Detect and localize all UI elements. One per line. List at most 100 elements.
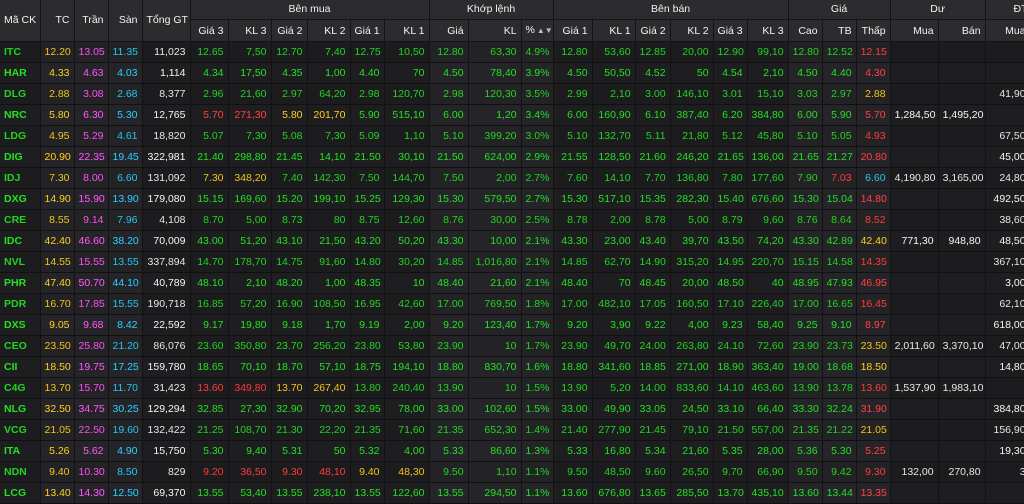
col-ref[interactable]: TC xyxy=(40,0,75,42)
cell-low: 4.30 xyxy=(856,62,891,84)
cell-symbol[interactable]: NVL xyxy=(0,251,41,273)
table-row[interactable]: NLG 32.50 34.75 30.25 129,294 32.85 27,30 32.90… xyxy=(0,398,1024,420)
col-symbol[interactable]: Mã CK xyxy=(0,0,41,42)
table-row[interactable]: ITA 5.26 5.62 4.90 15,750 5.30 9,40 5.31 50 5.32 4… xyxy=(0,440,1024,462)
cell-symbol[interactable]: VCG xyxy=(0,419,41,441)
cell-symbol[interactable]: LCG xyxy=(0,482,41,504)
cell-high: 9.50 xyxy=(788,461,823,483)
remain-col-1[interactable]: Mua xyxy=(890,19,939,42)
price-col-2[interactable]: TB xyxy=(822,19,857,42)
cell-buy-price-1: 23.80 xyxy=(350,335,385,357)
sell-col-3[interactable]: Giá 2 xyxy=(635,19,671,42)
match-col-2[interactable]: KL xyxy=(468,19,522,42)
sell-col-1[interactable]: Giá 1 xyxy=(553,19,593,42)
price-col-3[interactable]: Thấp xyxy=(856,19,891,42)
table-row[interactable]: PHR 47.40 50.70 44.10 40,789 48.10 2,10 48.20 1,… xyxy=(0,272,1024,294)
table-row[interactable]: CRE 8.55 9.14 7.96 4,108 8.70 5,00 8.73 80 8.75 12… xyxy=(0,209,1024,231)
cell-symbol[interactable]: NDN xyxy=(0,461,41,483)
cell-symbol[interactable]: DXS xyxy=(0,314,41,336)
table-row[interactable]: NDN 9.40 10.30 8.50 829 9.20 36,50 9.30 48,10 9.4… xyxy=(0,461,1024,483)
cell-total: 8,377 xyxy=(142,83,191,105)
cell-buy-vol-1: 30,10 xyxy=(384,146,430,168)
cell-symbol[interactable]: CRE xyxy=(0,209,41,231)
cell-remain-buy: 1,537,90 xyxy=(890,377,939,399)
table-row[interactable]: DLG 2.88 3.08 2.68 8,377 2.96 21,60 2.97 64,20 2.… xyxy=(0,83,1024,105)
cell-symbol[interactable]: NLG xyxy=(0,398,41,420)
sell-col-6[interactable]: KL 3 xyxy=(747,19,789,42)
table-row[interactable]: ITC 12.20 13.05 11.35 11,023 12.65 7,50 12.70 7,… xyxy=(0,41,1024,63)
cell-symbol[interactable]: DXG xyxy=(0,188,41,210)
sell-col-2[interactable]: KL 1 xyxy=(592,19,636,42)
cell-remain-sell: 948,80 xyxy=(938,230,986,252)
buy-col-2[interactable]: KL 3 xyxy=(228,19,272,42)
cell-floor: 13.90 xyxy=(108,188,143,210)
table-row[interactable]: IDJ 7.30 8.00 6.60 131,092 7.30 348,20 7.40 142,… xyxy=(0,167,1024,189)
cell-foreign-buy: 156,90 xyxy=(985,419,1024,441)
price-col-1[interactable]: Cao xyxy=(788,19,823,42)
col-floor[interactable]: Sàn xyxy=(108,0,143,42)
table-row[interactable]: PDR 16.70 17.85 15.55 190,718 16.85 57,20 16.90… xyxy=(0,293,1024,315)
cell-sell-price-3: 17.10 xyxy=(713,293,748,315)
cell-symbol[interactable]: DLG xyxy=(0,83,41,105)
cell-sell-vol-3: 72,60 xyxy=(747,335,789,357)
buy-col-3[interactable]: Giá 2 xyxy=(271,19,308,42)
match-col-3[interactable]: % ▲▼ xyxy=(521,19,554,42)
cell-sell-vol-1: 517,10 xyxy=(592,188,636,210)
remain-group-header: Dư xyxy=(890,0,986,20)
table-row[interactable]: LCG 13.40 14.30 12.50 69,370 13.55 53,40 13.55 2… xyxy=(0,482,1024,504)
cell-symbol[interactable]: PDR xyxy=(0,293,41,315)
cell-sell-vol-2: 21,60 xyxy=(670,440,714,462)
cell-buy-vol-3: 70,10 xyxy=(228,356,272,378)
cell-match-price: 7.50 xyxy=(429,167,469,189)
table-row[interactable]: NVL 14.55 15.55 13.55 337,894 14.70 178,70 14.7… xyxy=(0,251,1024,273)
cell-buy-price-2: 7.40 xyxy=(271,167,308,189)
cell-symbol[interactable]: ITC xyxy=(0,41,41,63)
table-row[interactable]: NRC 5.80 6.30 5.30 12,765 5.70 271,30 5.80 201,7… xyxy=(0,104,1024,126)
table-row[interactable]: VCG 21.05 22.50 19.60 132,422 21.25 108,70 21.3… xyxy=(0,419,1024,441)
table-row[interactable]: LDG 4.95 5.29 4.61 18,820 5.07 7,30 5.08 7,30 5.0… xyxy=(0,125,1024,147)
table-row[interactable]: DXS 9.05 9.68 8.42 22,592 9.17 19,80 9.18 1,70 9.… xyxy=(0,314,1024,336)
foreign-col-1[interactable]: Mua xyxy=(985,19,1024,42)
cell-change-pct: 1.8% xyxy=(521,293,554,315)
cell-buy-vol-1: 4,00 xyxy=(384,440,430,462)
sell-col-4[interactable]: KL 2 xyxy=(670,19,714,42)
cell-symbol[interactable]: PHR xyxy=(0,272,41,294)
cell-buy-price-1: 18.75 xyxy=(350,356,385,378)
cell-symbol[interactable]: CEO xyxy=(0,335,41,357)
cell-symbol[interactable]: LDG xyxy=(0,125,41,147)
cell-high: 9.25 xyxy=(788,314,823,336)
cell-match-price: 15.30 xyxy=(429,188,469,210)
cell-symbol[interactable]: C4G xyxy=(0,377,41,399)
sort-arrows-icon[interactable]: ▲▼ xyxy=(537,26,552,35)
buy-col-5[interactable]: Giá 1 xyxy=(350,19,385,42)
table-row[interactable]: CII 18.50 19.75 17.25 159,780 18.65 70,10 18.70… xyxy=(0,356,1024,378)
buy-col-6[interactable]: KL 1 xyxy=(384,19,430,42)
cell-symbol[interactable]: CII xyxy=(0,356,41,378)
col-ceil[interactable]: Trần xyxy=(74,0,109,42)
col-total[interactable]: Tổng GT xyxy=(142,0,191,42)
table-row[interactable]: HAR 4.33 4.63 4.03 1,114 4.34 17,50 4.35 1,00 4.4… xyxy=(0,62,1024,84)
buy-col-1[interactable]: Giá 3 xyxy=(190,19,229,42)
sell-col-5[interactable]: Giá 3 xyxy=(713,19,748,42)
table-row[interactable]: DXG 14.90 15.90 13.90 179,080 15.15 169,60 15.2… xyxy=(0,188,1024,210)
cell-symbol[interactable]: IDJ xyxy=(0,167,41,189)
cell-symbol[interactable]: IDC xyxy=(0,230,41,252)
table-row[interactable]: DIG 20.90 22.35 19.45 322,981 21.40 298,80 21.4… xyxy=(0,146,1024,168)
cell-low: 2.88 xyxy=(856,83,891,105)
cell-buy-vol-1: 48,30 xyxy=(384,461,430,483)
cell-match-vol: 102,60 xyxy=(468,398,522,420)
cell-symbol[interactable]: DIG xyxy=(0,146,41,168)
cell-symbol[interactable]: NRC xyxy=(0,104,41,126)
table-row[interactable]: IDC 42.40 46.60 38.20 70,009 43.00 51,20 43.10 2… xyxy=(0,230,1024,252)
cell-buy-vol-1: 194,10 xyxy=(384,356,430,378)
table-row[interactable]: C4G 13.70 15.70 11.70 31,423 13.60 349,80 13.70… xyxy=(0,377,1024,399)
buy-col-4[interactable]: KL 2 xyxy=(307,19,351,42)
remain-col-2[interactable]: Bán xyxy=(938,19,986,42)
cell-buy-vol-2: 48,10 xyxy=(307,461,351,483)
match-col-1[interactable]: Giá xyxy=(429,19,469,42)
cell-buy-price-3: 8.70 xyxy=(190,209,229,231)
table-row[interactable]: CEO 23.50 25.80 21.20 86,076 23.60 350,80 23.70… xyxy=(0,335,1024,357)
cell-symbol[interactable]: ITA xyxy=(0,440,41,462)
cell-ceil: 46.60 xyxy=(74,230,109,252)
cell-symbol[interactable]: HAR xyxy=(0,62,41,84)
